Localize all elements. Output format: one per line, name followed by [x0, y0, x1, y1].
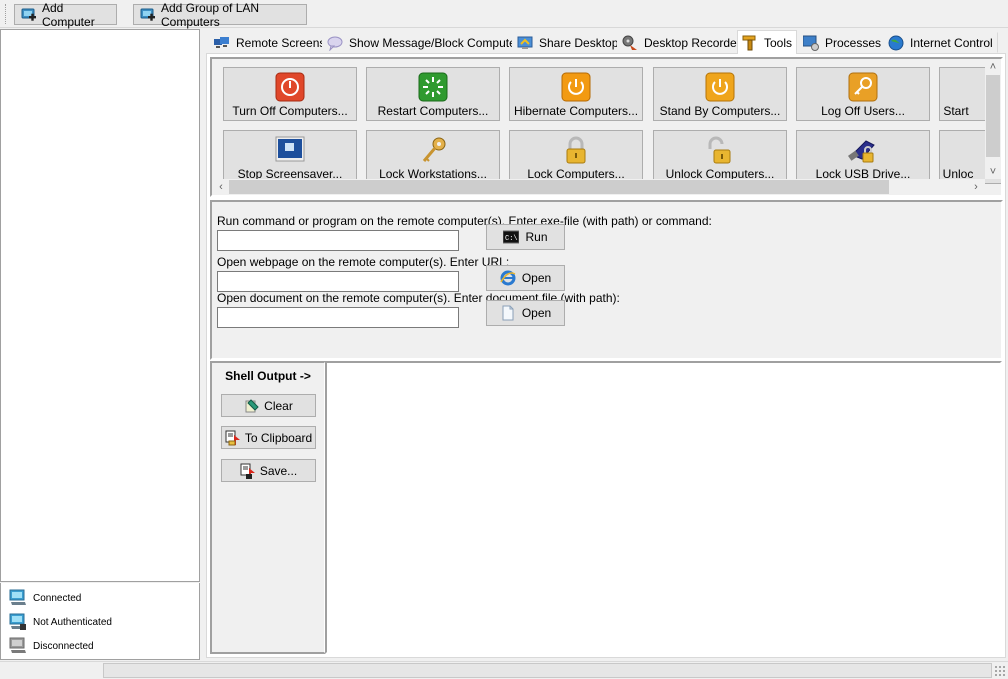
hibernate-icon: [561, 72, 591, 102]
power-off-icon: [275, 72, 305, 102]
scroll-left-icon[interactable]: ‹: [214, 180, 228, 194]
speech-bubble-icon: [327, 35, 343, 52]
run-command-label: Run command or program on the remote com…: [217, 214, 712, 228]
tab-label: Desktop Recorder: [644, 35, 741, 50]
run-command-input[interactable]: [217, 230, 459, 251]
open-document-button[interactable]: Open: [486, 300, 565, 326]
add-computer-button[interactable]: Add Computer: [14, 1, 117, 29]
tab-internet-control[interactable]: Internet Control: [883, 32, 998, 53]
save-button[interactable]: Save...: [221, 459, 316, 482]
url-input[interactable]: [217, 271, 459, 292]
stand-by-computers-button[interactable]: Stand By Computers...: [653, 67, 787, 121]
tab-remote-screens[interactable]: Remote Screens: [209, 32, 331, 53]
tool-label: Start: [943, 104, 969, 118]
tab-label: Remote Screens: [236, 35, 326, 50]
save-label: Save...: [259, 463, 298, 478]
tab-strip: Remote Screens Show Message/Block Comput…: [206, 30, 1008, 54]
shell-output-title: Shell Output ->: [225, 369, 311, 383]
tab-label: Show Message/Block Computers: [349, 35, 526, 50]
legend-item-not-authenticated: Not Authenticated: [9, 613, 112, 631]
tab-label: Processes: [825, 35, 882, 50]
unlocked-padlock-icon: [708, 136, 731, 164]
scroll-up-icon[interactable]: ˄: [986, 60, 1000, 74]
lock-workstations-button[interactable]: Lock Workstations...: [366, 130, 500, 184]
add-group-icon: [140, 7, 156, 23]
lock-computers-button[interactable]: Lock Computers...: [509, 130, 643, 184]
open-url-button[interactable]: Open: [486, 265, 565, 291]
drill-tool-icon: [742, 35, 758, 51]
tab-label: Tools: [764, 35, 793, 50]
computer-connected-icon: [9, 589, 27, 607]
tool-label: Hibernate Computers...: [513, 104, 639, 118]
legend-label: Disconnected: [33, 640, 94, 652]
svg-text:C:\: C:\: [505, 235, 518, 243]
toolbar: Add Computer Add Group of LAN Computers: [0, 0, 1008, 29]
scroll-right-icon[interactable]: ›: [969, 180, 983, 194]
horizontal-scroll-thumb[interactable]: [229, 180, 889, 194]
screensaver-icon: [275, 136, 305, 162]
turn-off-computers-button[interactable]: Turn Off Computers...: [223, 67, 357, 121]
stop-screensaver-button[interactable]: Stop Screensaver...: [223, 130, 357, 184]
tab-label: Share Desktop: [539, 35, 619, 50]
tab-desktop-recorder[interactable]: Desktop Recorder: [617, 32, 746, 53]
restart-icon: [418, 72, 448, 102]
tab-tools[interactable]: Tools: [737, 30, 798, 54]
add-lan-group-button[interactable]: Add Group of LAN Computers: [133, 1, 307, 29]
add-computer-label: Add Computer: [42, 0, 95, 29]
command-prompt-icon: C:\: [502, 229, 520, 245]
clear-button[interactable]: Clear: [221, 394, 316, 417]
clipboard-icon: [225, 430, 241, 446]
resize-grip-icon[interactable]: [994, 665, 1006, 677]
status-legend: Connected Not Authenticated Disconnected: [0, 583, 200, 660]
computer-disconnected-icon: [9, 637, 27, 655]
toolbar-grip[interactable]: [5, 4, 7, 24]
processes-icon: [802, 35, 819, 51]
clear-label: Clear: [264, 398, 293, 413]
tool-label: Turn Off Computers...: [232, 104, 348, 118]
tab-share-desktop[interactable]: Share Desktop: [512, 32, 624, 53]
run-button[interactable]: C:\ Run: [486, 224, 565, 250]
run-button-label: Run: [525, 230, 548, 244]
film-recorder-icon: [622, 35, 638, 51]
open-document-button-label: Open: [521, 306, 552, 320]
restart-computers-button[interactable]: Restart Computers...: [366, 67, 500, 121]
computer-list[interactable]: [0, 29, 200, 582]
legend-label: Connected: [33, 592, 82, 604]
save-output-icon: [240, 463, 256, 479]
legend-label: Not Authenticated: [33, 616, 112, 628]
to-clipboard-button[interactable]: To Clipboard: [221, 426, 316, 449]
globe-icon: [888, 35, 904, 51]
usb-lock-icon: [848, 140, 875, 163]
tab-show-message[interactable]: Show Message/Block Computers: [322, 32, 531, 53]
eraser-broom-icon: [244, 398, 260, 414]
standby-icon: [705, 72, 735, 102]
document-input[interactable]: [217, 307, 459, 328]
hibernate-computers-button[interactable]: Hibernate Computers...: [509, 67, 643, 121]
tool-label: Stand By Computers...: [659, 104, 781, 118]
tools-grid-panel: Turn Off Computers... Restart Computers.…: [210, 57, 1003, 197]
vertical-scroll-thumb[interactable]: [986, 75, 1000, 157]
internet-explorer-icon: [500, 270, 516, 286]
monitors-icon: [214, 35, 230, 51]
log-off-key-icon: [848, 72, 878, 102]
legend-item-connected: Connected: [9, 589, 81, 607]
legend-item-disconnected: Disconnected: [9, 637, 94, 655]
to-clipboard-label: To Clipboard: [244, 430, 313, 445]
open-webpage-label: Open webpage on the remote computer(s). …: [217, 255, 510, 269]
tab-processes[interactable]: Processes: [798, 32, 887, 53]
scroll-down-icon[interactable]: ˅: [986, 165, 1000, 179]
tool-label: Restart Computers...: [377, 104, 489, 118]
padlock-icon: [566, 136, 586, 164]
open-url-button-label: Open: [521, 271, 552, 285]
share-desktop-icon: [517, 35, 533, 51]
computer-not-authenticated-icon: [9, 613, 27, 631]
add-computer-icon: [21, 7, 37, 23]
status-panel: [103, 663, 992, 678]
tab-label: Internet Control: [910, 35, 993, 50]
key-icon: [422, 137, 446, 162]
add-group-label: Add Group of LAN Computers: [161, 0, 260, 29]
document-icon: [500, 305, 516, 321]
shell-output-area[interactable]: [325, 361, 1002, 654]
unlock-computers-button[interactable]: Unlock Computers...: [653, 130, 787, 184]
